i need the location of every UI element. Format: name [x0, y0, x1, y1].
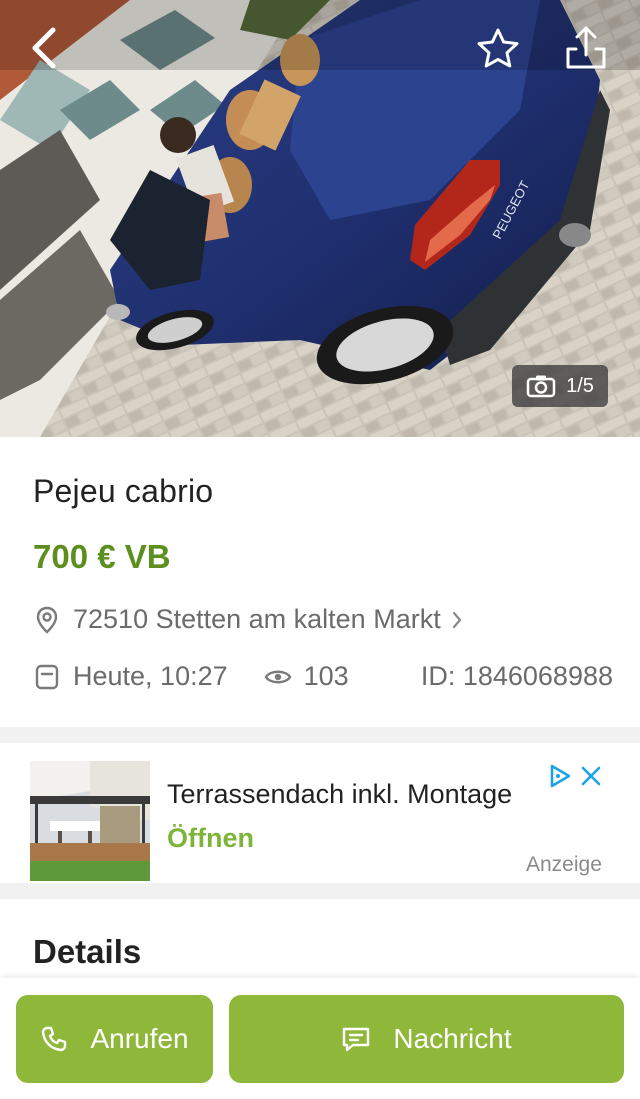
calendar-icon	[33, 663, 61, 691]
call-button[interactable]: Anrufen	[16, 995, 213, 1083]
star-outline-icon	[477, 28, 519, 68]
phone-icon	[42, 1026, 67, 1052]
camera-icon	[526, 375, 556, 398]
listing-price: 700 € VB	[33, 538, 171, 575]
chevron-right-icon	[451, 610, 463, 630]
ad-choices	[548, 763, 602, 789]
ad-open-link[interactable]: Öffnen	[167, 823, 254, 854]
bottom-action-bar: Anrufen Nachricht	[0, 978, 640, 1099]
listing-title: Pejeu cabrio	[33, 473, 214, 509]
posted-date: Heute, 10:27	[73, 661, 228, 691]
location-pin-icon	[33, 606, 61, 634]
message-button[interactable]: Nachricht	[229, 995, 624, 1083]
adchoices-icon[interactable]	[548, 763, 572, 789]
favorite-button[interactable]	[474, 24, 522, 72]
views-count: 103	[303, 661, 349, 691]
location-row[interactable]: 72510 Stetten am kalten Markt	[33, 604, 463, 635]
listing-photo[interactable]: PEUGEOT 1/5	[0, 0, 640, 437]
share-button[interactable]	[562, 24, 610, 72]
photo-counter-text: 1/5	[566, 374, 594, 397]
section-divider	[0, 727, 640, 743]
photo-counter[interactable]: 1/5	[512, 365, 608, 407]
call-button-label: Anrufen	[90, 1023, 189, 1054]
ad-title[interactable]: Terrassendach inkl. Montage	[167, 779, 512, 810]
message-icon	[343, 1027, 370, 1052]
back-button[interactable]	[20, 24, 68, 72]
chevron-left-icon	[32, 27, 56, 69]
listing-info: Pejeu cabrio 700 € VB 72510 Stetten am k…	[0, 437, 640, 727]
ad-close-icon[interactable]	[580, 765, 602, 787]
eye-icon	[264, 663, 292, 691]
section-divider	[0, 883, 640, 899]
meta-row: Heute, 10:27 103 ID: 1846068988	[33, 661, 613, 692]
ad-image[interactable]	[30, 761, 150, 881]
ad-banner[interactable]: Terrassendach inkl. Montage Öffnen Anzei…	[0, 743, 640, 883]
location-text: 72510 Stetten am kalten Markt	[73, 604, 441, 634]
details-heading: Details	[33, 933, 142, 970]
views-count-group: 103	[264, 661, 349, 692]
share-icon	[566, 26, 606, 69]
listing-id: ID: 1846068988	[420, 661, 613, 691]
message-button-label: Nachricht	[393, 1023, 512, 1054]
ad-label: Anzeige	[526, 853, 602, 876]
